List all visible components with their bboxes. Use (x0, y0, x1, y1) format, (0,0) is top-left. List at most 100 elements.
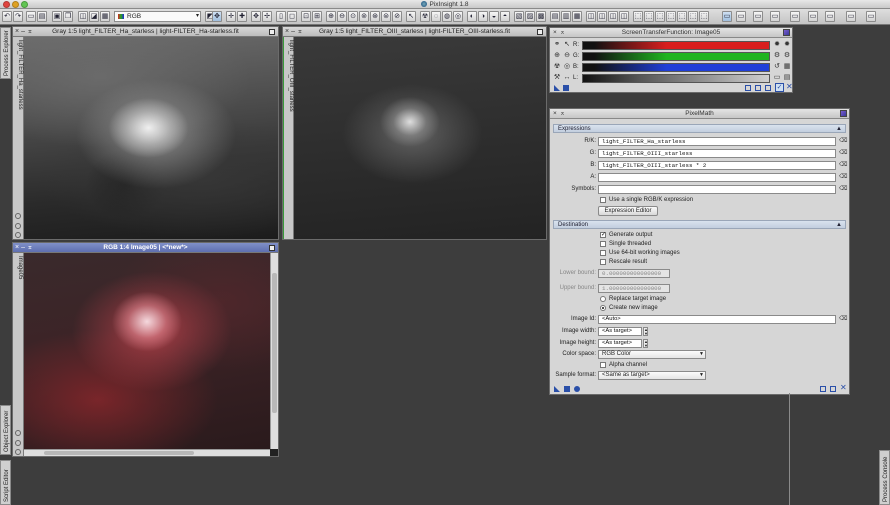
view-lock-icon[interactable] (15, 213, 21, 219)
zoom-in-icon[interactable]: ⊕ (553, 52, 561, 60)
monitor-2-icon[interactable]: ▭ (736, 11, 746, 22)
new-preview-icon[interactable]: ◻ (287, 11, 297, 22)
workspace-2-icon[interactable]: ◫ (597, 11, 607, 22)
stf-l-slider[interactable] (582, 74, 770, 83)
create-new-label[interactable]: Create new image (609, 305, 658, 311)
use-64bit-label[interactable]: Use 64-bit working images (609, 250, 680, 256)
shade-icon[interactable]: ⌅ (297, 28, 305, 35)
use-64bit-checkbox[interactable] (600, 250, 606, 256)
mask-icon[interactable]: ◪ (89, 11, 99, 22)
monitor-7-icon[interactable]: ▭ (825, 11, 835, 22)
duplicate-image-icon[interactable]: ❐ (63, 11, 73, 22)
window-buttons[interactable]: ×–⌅ (15, 27, 35, 37)
stf-link-icon[interactable]: ◎ (453, 11, 463, 22)
image-window-title[interactable]: Gray 1:5 light_FILTER_OIII_starless | li… (283, 27, 546, 37)
generate-output-label[interactable]: Generate output (609, 232, 652, 238)
fit-view-icon[interactable]: ⊡ (301, 11, 311, 22)
process-5-icon[interactable]: ⬚ (677, 11, 687, 22)
image-canvas-ha[interactable] (24, 37, 278, 239)
color-space-select[interactable]: RGB ▾ (114, 11, 201, 22)
vertical-scroll-thumb[interactable] (272, 273, 277, 413)
workspace-4-icon[interactable]: ◫ (619, 11, 629, 22)
object-explorer-tab[interactable]: Object Explorer (0, 405, 11, 455)
zoom-in-icon[interactable]: ⊕ (326, 11, 336, 22)
single-rgbk-checkbox[interactable] (600, 197, 606, 203)
view-link-icon[interactable] (15, 223, 21, 229)
shade-icon[interactable]: ⌅ (560, 110, 568, 117)
new-image-icon[interactable]: ▣ (52, 11, 62, 22)
zoom-out-icon[interactable]: ⊖ (337, 11, 347, 22)
view-identifier-tab[interactable]: Image05 (13, 253, 24, 456)
undo-icon[interactable]: ↶ (2, 11, 12, 22)
view-identifier-tab[interactable]: light_FILTER_OIII_starless (283, 37, 294, 239)
image-width-spinner[interactable]: ▲ ▼ (643, 327, 648, 336)
lower-bound-field[interactable]: 0.000000000000000 (598, 269, 670, 278)
document-icon[interactable] (830, 386, 836, 392)
reset-x-icon[interactable]: ✕ (840, 384, 847, 392)
execute-check-icon[interactable]: ✓ (775, 83, 784, 92)
window-buttons[interactable]: ×–⌅ (285, 27, 305, 37)
expand-icon[interactable]: ↔ (563, 74, 571, 82)
view-options-icon[interactable] (15, 449, 21, 455)
alpha-channel-checkbox[interactable] (600, 362, 606, 368)
clear-b-icon[interactable]: ⌫ (839, 162, 847, 169)
edit-preview-icon[interactable]: ▯ (276, 11, 286, 22)
rescale-result-label[interactable]: Rescale result (609, 259, 647, 265)
stf-title-bar[interactable]: ×⌅ ScreenTransferFunction: Image05 (550, 28, 792, 38)
workspace-1-icon[interactable]: ◫ (586, 11, 596, 22)
g-expression-field[interactable]: light_FILTER_OIII_starless (598, 149, 836, 158)
reset-icon[interactable]: ◎ (563, 63, 571, 71)
mask-enable-icon[interactable]: ◒ (489, 11, 499, 22)
maximize-icon[interactable] (269, 245, 275, 251)
edit-mode-icon[interactable]: ↖ (563, 41, 571, 49)
process-1-icon[interactable]: ⬚ (633, 11, 643, 22)
upper-bound-field[interactable]: 1.000000000000000 (598, 284, 670, 293)
apply-icon[interactable] (564, 386, 570, 392)
monitor-5-icon[interactable]: ▭ (790, 11, 800, 22)
process-3-icon[interactable]: ⬚ (655, 11, 665, 22)
create-new-radio[interactable] (600, 305, 606, 311)
view-link-icon[interactable] (15, 440, 21, 446)
clear-a-icon[interactable]: ⌫ (839, 174, 847, 181)
mask-invert-icon[interactable]: ◑ (478, 11, 488, 22)
track-view-icon[interactable]: ↺ (773, 63, 781, 71)
reset-x-icon[interactable]: ✕ (786, 83, 793, 91)
process-icon[interactable] (840, 110, 847, 117)
apply-global-icon[interactable] (765, 85, 771, 91)
process-6-icon[interactable]: ⬚ (688, 11, 698, 22)
image-window-image05[interactable]: RGB 1:4 Image05 | <*new*> ×–⌅ Image05 (12, 242, 279, 457)
zoom-custom-icon[interactable]: ⊘ (392, 11, 402, 22)
stf-r-slider[interactable] (582, 41, 770, 50)
view-lock-icon[interactable] (15, 430, 21, 436)
clear-g-icon[interactable]: ⌫ (839, 150, 847, 157)
replace-target-label[interactable]: Replace target image (609, 296, 666, 302)
zoom-out-icon[interactable]: ⊖ (563, 52, 571, 60)
shade-icon[interactable]: ⌅ (27, 244, 35, 251)
single-rgbk-label[interactable]: Use a single RGB/K expression (609, 197, 693, 203)
process-7-icon[interactable]: ⬚ (699, 11, 709, 22)
l-channel-icon[interactable]: ⚙ (783, 52, 791, 60)
shade-icon[interactable]: ⌅ (560, 29, 568, 36)
generate-output-checkbox[interactable] (600, 231, 606, 238)
monitor-4-icon[interactable]: ▭ (770, 11, 780, 22)
b-channel-icon[interactable]: ⚙ (773, 52, 781, 60)
display-rgb-icon[interactable]: ▤ (550, 11, 560, 22)
crop-icon[interactable]: ◫ (78, 11, 88, 22)
image-window-title[interactable]: RGB 1:4 Image05 | <*new*> (13, 243, 278, 253)
monitor-9-icon[interactable]: ▭ (866, 11, 876, 22)
rescale-result-checkbox[interactable] (600, 259, 606, 265)
zoom-fit-icon[interactable]: ⊚ (359, 11, 369, 22)
new-instance-icon[interactable] (554, 85, 560, 91)
channels-icon[interactable]: ▦ (100, 11, 110, 22)
zoom-1-1-icon[interactable]: ⊙ (348, 11, 358, 22)
open-file-icon[interactable]: ▭ (26, 11, 36, 22)
redo-icon[interactable]: ↷ (13, 11, 23, 22)
image-canvas-oiii[interactable] (294, 37, 546, 239)
image-height-field[interactable]: <As target> (598, 339, 642, 348)
sample-format-combo[interactable]: <Same as target> ▼ (598, 371, 706, 380)
browse-icon[interactable] (745, 85, 751, 91)
zoom-fill-icon[interactable]: ⊛ (370, 11, 380, 22)
destination-section[interactable]: Destination ▲ (553, 220, 846, 229)
collapse-icon[interactable]: ▲ (836, 125, 842, 133)
close-icon[interactable]: × (553, 110, 560, 117)
